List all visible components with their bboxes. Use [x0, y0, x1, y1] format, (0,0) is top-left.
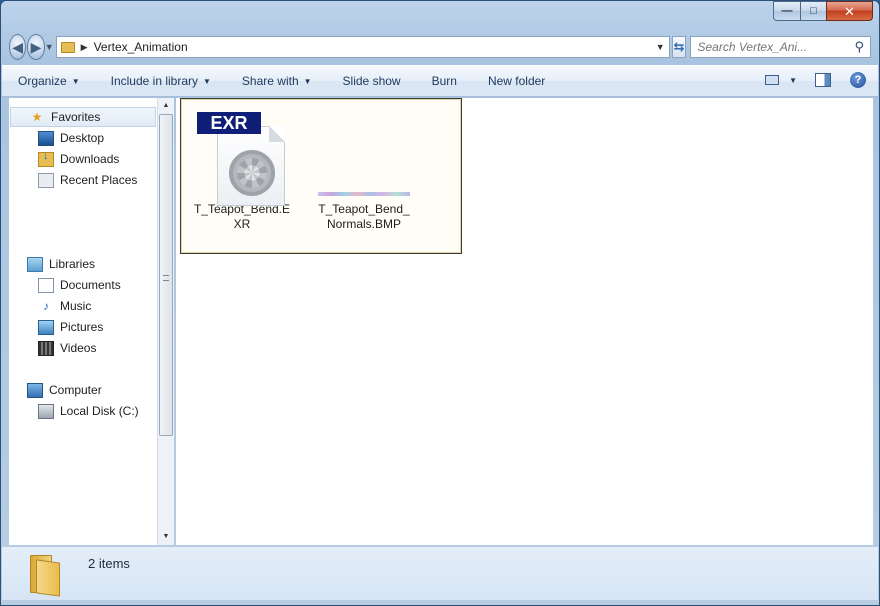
desktop-icon	[38, 130, 54, 146]
close-icon: ✕	[844, 3, 855, 19]
downloads-icon	[38, 150, 54, 167]
scrollbar-thumb[interactable]	[159, 114, 173, 436]
folder-icon	[28, 555, 66, 597]
exr-badge: EXR	[197, 112, 261, 134]
sidebar-item-label: Computer	[49, 383, 102, 397]
details-pane: 2 items	[2, 546, 878, 600]
sidebar-item-label: Music	[60, 299, 92, 313]
chevron-down-icon: ▼	[203, 76, 211, 86]
libraries-icon	[27, 256, 43, 272]
camera-aperture-icon	[229, 150, 275, 196]
sidebar-item-downloads[interactable]: Downloads	[9, 149, 157, 169]
magnifier-icon[interactable]: ⚲	[854, 39, 864, 55]
change-view-icon[interactable]	[765, 75, 780, 85]
sidebar-item-label: Local Disk (C:)	[60, 404, 139, 418]
maximize-button[interactable]: □	[800, 1, 826, 21]
item-count: 2 items	[88, 556, 130, 571]
new-folder-label: New folder	[487, 74, 546, 88]
refresh-icon: ⇆	[673, 39, 685, 54]
search-box[interactable]: ⚲	[690, 36, 872, 58]
sidebar-item-documents[interactable]: Documents	[9, 275, 157, 295]
file-list-area[interactable]: EXR T_Teapot_Bend.EXR T_Teapot_Bend_Norm…	[176, 98, 873, 545]
scroll-up-arrow-icon[interactable]: ▲	[158, 98, 174, 114]
share-with-button[interactable]: Share with ▼	[242, 74, 312, 88]
recent-pages-dropdown[interactable]: ▼	[45, 42, 54, 52]
search-input[interactable]	[697, 40, 855, 54]
explorer-window: — □ ✕ ◀ ▶ ▼ ▶ Vertex_Animation ▼ ⇆ ⚲ Org…	[0, 0, 880, 606]
file-item-exr[interactable]: EXR T_Teapot_Bend.EXR	[192, 108, 292, 232]
file-name: T_Teapot_Bend_Normals.BMP	[318, 202, 410, 231]
preview-pane-icon[interactable]	[815, 73, 831, 87]
file-name: T_Teapot_Bend.EXR	[193, 202, 291, 231]
address-path[interactable]: Vertex_Animation	[94, 40, 188, 54]
sidebar-item-label: Pictures	[60, 320, 104, 334]
view-controls: ▼ ?	[765, 72, 866, 88]
minimize-icon: —	[781, 4, 793, 17]
document-icon	[38, 277, 54, 293]
organize-button[interactable]: Organize ▼	[18, 74, 80, 88]
star-icon: ★	[31, 110, 43, 124]
sidebar-item-videos[interactable]: Videos	[9, 338, 157, 358]
share-with-label: Share with	[241, 74, 299, 88]
arrow-right-icon: ▶	[30, 38, 42, 55]
recent-places-icon	[38, 172, 54, 188]
burn-label: Burn	[431, 74, 457, 88]
navigation-pane-scrollbar[interactable]: ▲ ▼	[157, 98, 174, 545]
slide-show-button[interactable]: Slide show	[343, 74, 401, 88]
pictures-icon	[38, 319, 54, 335]
sidebar-item-recent-places[interactable]: Recent Places	[9, 170, 157, 190]
forward-button[interactable]: ▶	[27, 34, 45, 60]
sidebar-item-music[interactable]: ♪ Music	[9, 296, 157, 316]
folder-icon	[60, 41, 75, 53]
maximize-icon: □	[810, 4, 817, 17]
sidebar-item-computer[interactable]: Computer	[9, 380, 157, 400]
sidebar-item-desktop[interactable]: Desktop	[9, 128, 157, 148]
music-note-icon: ♪	[43, 299, 49, 313]
sidebar-item-label: Desktop	[60, 131, 105, 145]
image-thumbnail	[318, 192, 410, 196]
grip-icon	[163, 275, 169, 281]
minimize-button[interactable]: —	[773, 1, 800, 21]
view-options-dropdown-icon[interactable]: ▼	[789, 76, 797, 85]
include-in-library-label: Include in library	[110, 74, 198, 88]
film-strip-icon	[38, 340, 54, 356]
slide-show-label: Slide show	[342, 74, 401, 88]
organize-label: Organize	[18, 74, 67, 88]
command-bar: Organize ▼ Include in library ▼ Share with…	[2, 65, 878, 97]
close-button[interactable]: ✕	[826, 1, 873, 21]
caption-buttons: — □ ✕	[773, 1, 873, 21]
new-folder-button[interactable]: New folder	[488, 74, 545, 88]
chevron-down-icon: ▼	[303, 76, 312, 86]
sidebar-item-label: Downloads	[60, 152, 120, 166]
arrow-left-icon: ◀	[12, 38, 24, 55]
burn-button[interactable]: Burn	[432, 74, 457, 88]
sidebar-item-label: Favorites	[51, 110, 101, 124]
sidebar-item-label: Libraries	[49, 257, 96, 271]
computer-icon	[27, 382, 43, 398]
help-icon[interactable]: ?	[850, 72, 866, 88]
exr-file-icon: EXR	[197, 108, 287, 206]
navigation-bar: ◀ ▶ ▼ ▶ Vertex_Animation ▼ ⇆ ⚲	[9, 33, 872, 61]
sidebar-item-pictures[interactable]: Pictures	[9, 317, 157, 337]
sidebar-item-favorites[interactable]: ★ Favorites	[10, 107, 156, 127]
breadcrumb-arrow-icon[interactable]: ▶	[81, 42, 88, 53]
sidebar-item-libraries[interactable]: Libraries	[9, 254, 157, 274]
include-in-library-button[interactable]: Include in library ▼	[111, 74, 211, 88]
file-item-bmp[interactable]: T_Teapot_Bend_Normals.BMP	[314, 108, 414, 232]
scroll-down-arrow-icon[interactable]: ▼	[158, 529, 174, 545]
sidebar-item-local-disk[interactable]: Local Disk (C:)	[9, 401, 157, 421]
sidebar-item-label: Recent Places	[60, 173, 138, 187]
navigation-pane: ★ Favorites Desktop Downloads Recent Pla…	[9, 98, 159, 545]
address-dropdown-icon[interactable]: ▼	[656, 42, 665, 52]
sidebar-item-label: Videos	[60, 341, 97, 355]
back-button[interactable]: ◀	[9, 34, 27, 60]
sidebar-item-label: Documents	[60, 278, 121, 292]
address-bar[interactable]: ▶ Vertex_Animation ▼	[55, 36, 670, 58]
chevron-down-icon: ▼	[71, 76, 80, 86]
refresh-button[interactable]: ⇆	[671, 36, 687, 58]
hard-drive-icon	[38, 403, 54, 419]
